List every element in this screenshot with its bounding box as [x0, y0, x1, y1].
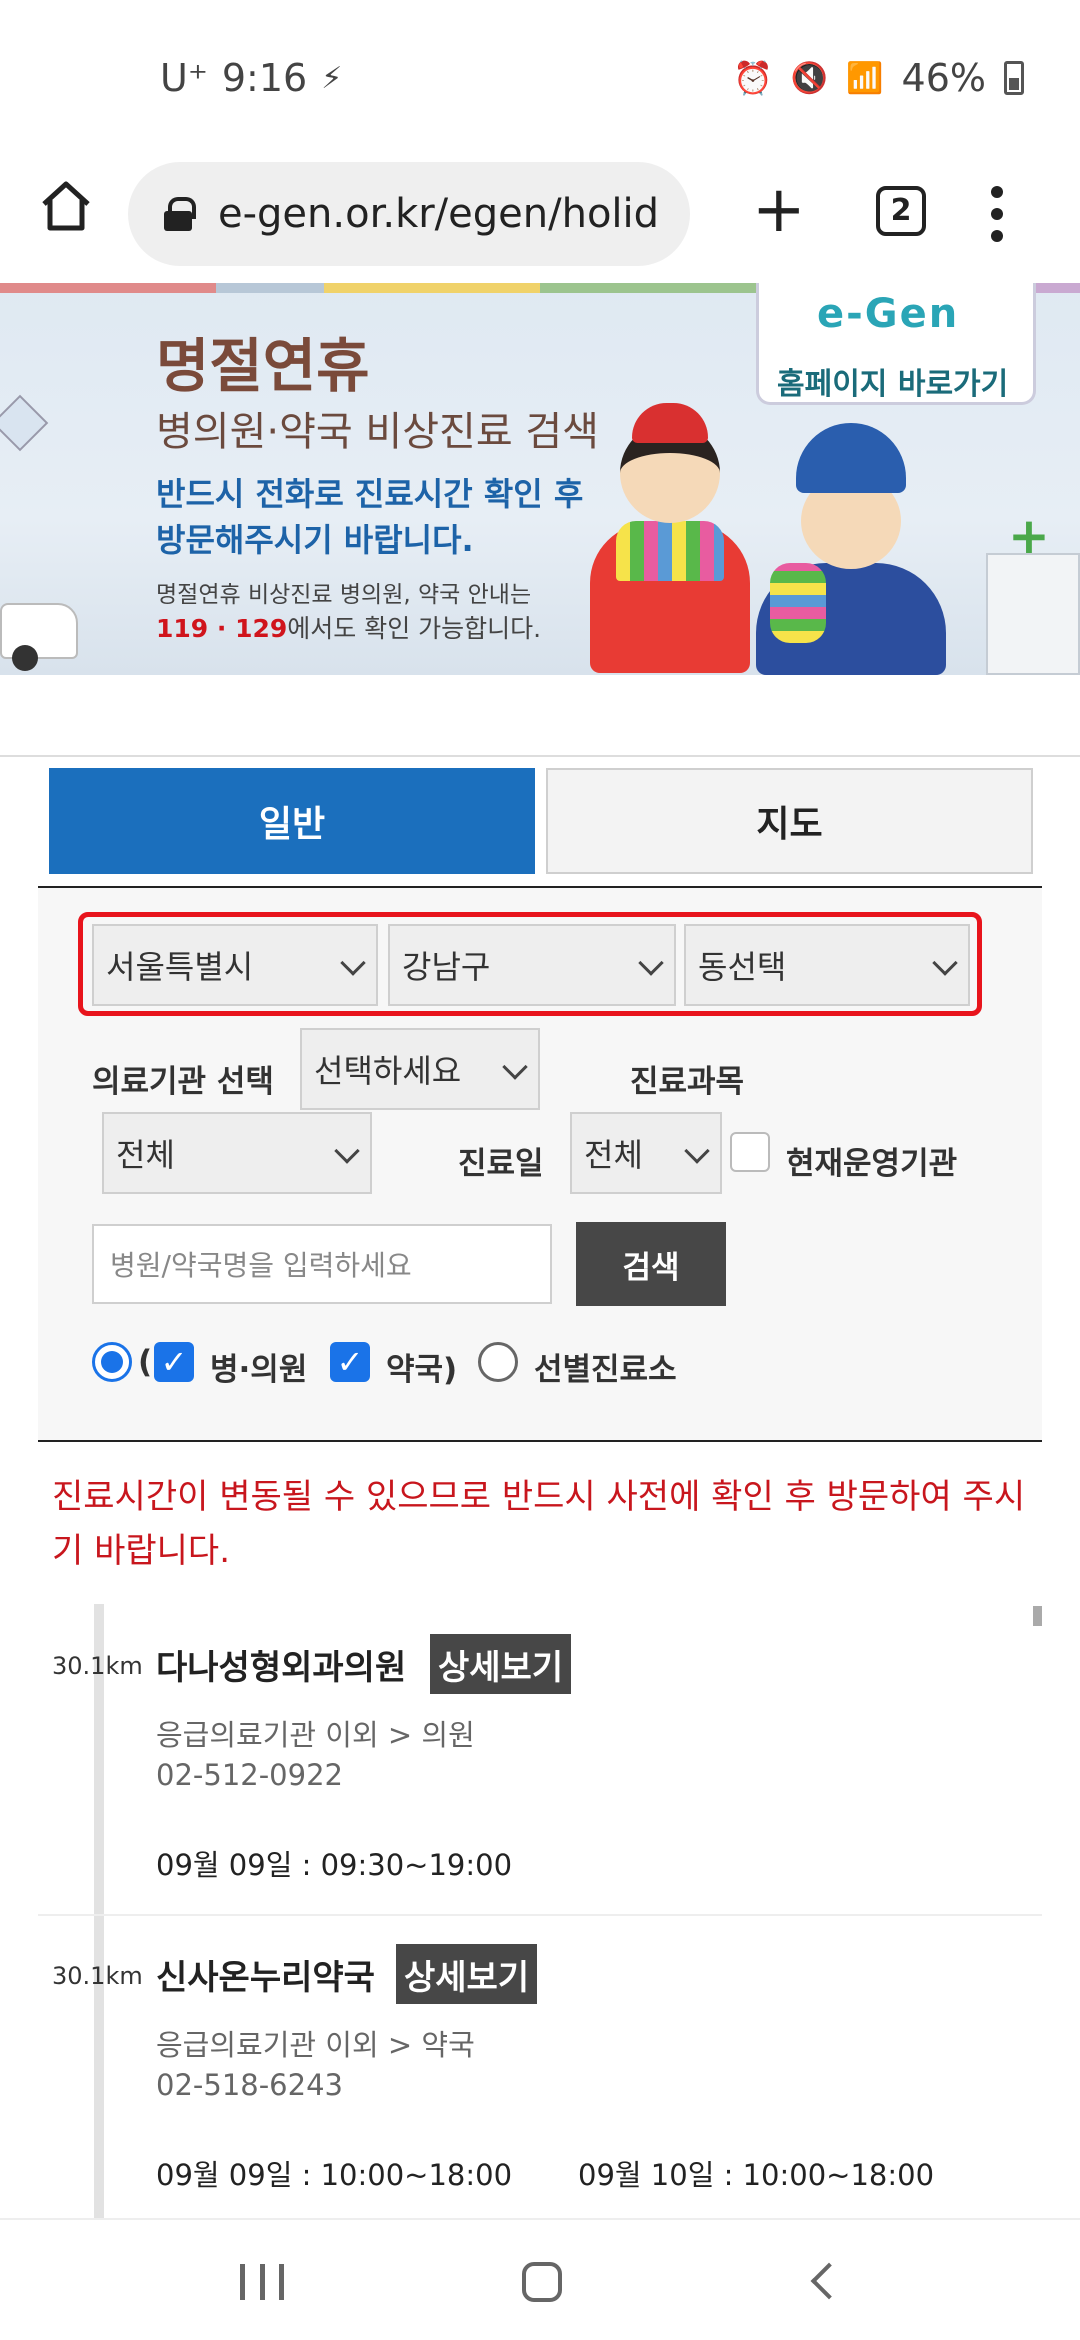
radio-screening-center[interactable] — [478, 1342, 518, 1382]
tab-switcher-button[interactable]: 2 — [876, 186, 926, 236]
detail-button[interactable]: 상세보기 — [430, 1634, 572, 1694]
dong-select[interactable]: 동선택 — [684, 924, 970, 1006]
chevron-down-icon — [638, 950, 664, 976]
wifi-icon: 📶 — [846, 60, 884, 96]
banner-info-suffix: 에서도 확인 가능합니다. — [287, 614, 542, 643]
banner-info-line1: 명절연휴 비상진료 병의원, 약국 안내는 — [156, 582, 532, 608]
chevron-down-icon — [932, 950, 958, 976]
tab-map[interactable]: 지도 — [546, 768, 1033, 874]
institution-select[interactable]: 선택하세요 — [300, 1028, 540, 1110]
scrollbar[interactable] — [1033, 1606, 1042, 1626]
banner-notice-line1: 반드시 전화로 진료시간 확인 후 — [156, 475, 584, 513]
operating-now-label: 현재운영기관 — [786, 1146, 958, 1182]
distance: 30.1km — [52, 1962, 143, 1990]
back-icon[interactable] — [810, 2262, 848, 2300]
address-bar[interactable]: e-gen.or.kr/egen/holid — [128, 162, 690, 266]
browser-menu-icon[interactable] — [990, 186, 1004, 242]
egen-logo: e-Gen — [817, 291, 960, 337]
facility-name: 신사온누리약국 — [156, 1958, 375, 1998]
holiday-banner: 명절연휴 병의원·약국 비상진료 검색 반드시 전화로 진료시간 확인 후 방문… — [0, 283, 1080, 675]
opening-hours: 09월 09일 : 09:30~19:00 — [156, 1848, 513, 1882]
section-divider — [0, 755, 1080, 757]
facility-name: 다나성형외과의원 — [156, 1648, 407, 1688]
home-icon[interactable] — [36, 176, 96, 236]
pharmacy-checkbox[interactable]: ✓ — [330, 1342, 370, 1382]
volte-icon: ⚡ — [321, 60, 343, 96]
homepage-link-label: 홈페이지 바로가기 — [777, 367, 1009, 402]
facility-category: 응급의료기관 이외 > 약국 — [156, 2028, 475, 2062]
egen-homepage-link[interactable]: e-Gen 홈페이지 바로가기 — [756, 283, 1036, 405]
name-search-input[interactable]: 병원/약국명을 입력하세요 — [92, 1224, 552, 1304]
system-nav-bar — [0, 2218, 1080, 2340]
lock-icon — [164, 197, 196, 231]
pharmacy-option-label: 약국) — [386, 1352, 458, 1388]
browser-toolbar: e-gen.or.kr/egen/holid + 2 — [0, 150, 1080, 280]
chevron-down-icon — [334, 1138, 360, 1164]
mute-icon: 🔇 — [790, 60, 829, 96]
list-divider — [38, 1914, 1042, 1916]
chevron-down-icon — [340, 950, 366, 976]
chevron-down-icon — [502, 1054, 528, 1080]
district-select-value: 강남구 — [402, 948, 491, 986]
radio-clinic-pharmacy[interactable] — [92, 1342, 132, 1382]
department-select[interactable]: 전체 — [102, 1112, 372, 1194]
date-label: 진료일 — [458, 1146, 544, 1182]
department-label: 진료과목 — [630, 1064, 745, 1100]
status-left: U⁺ 9:16 ⚡ — [160, 56, 342, 100]
results-list: 30.1km 다나성형외과의원 상세보기 응급의료기관 이외 > 의원 02-5… — [38, 1604, 1042, 2218]
facility-category: 응급의료기관 이외 > 의원 — [156, 1718, 475, 1752]
results-timeline — [94, 1604, 104, 2218]
clinic-option-label: 병·의원 — [210, 1352, 308, 1388]
chevron-down-icon — [684, 1138, 710, 1164]
date-select-value: 전체 — [584, 1136, 643, 1174]
opening-hours: 09월 09일 : 10:00~18:00 — [156, 2158, 513, 2192]
carrier-label: U⁺ — [160, 56, 208, 100]
facility-phone[interactable]: 02-512-0922 — [156, 1758, 343, 1792]
distance: 30.1km — [52, 1652, 143, 1680]
alarm-icon: ⏰ — [732, 59, 773, 97]
ambulance-illustration — [0, 603, 78, 671]
hospital-building-illustration — [986, 507, 1080, 675]
status-right: ⏰ 🔇 📶 46% — [733, 56, 1024, 100]
facility-phone[interactable]: 02-518-6243 — [156, 2068, 343, 2102]
girl-hanbok-illustration — [590, 403, 750, 673]
dong-select-value: 동선택 — [698, 948, 787, 986]
url-text: e-gen.or.kr/egen/holid — [218, 191, 660, 237]
department-select-value: 전체 — [116, 1136, 175, 1174]
detail-button[interactable]: 상세보기 — [396, 1944, 538, 2004]
district-select[interactable]: 강남구 — [388, 924, 676, 1006]
hotline-numbers: 119 · 129 — [156, 614, 288, 643]
battery-percent: 46% — [901, 56, 986, 100]
battery-icon — [1004, 61, 1024, 95]
paren-open: ( — [138, 1344, 153, 1380]
new-tab-icon[interactable]: + — [752, 178, 806, 242]
institution-label: 의료기관 선택 — [92, 1064, 274, 1100]
search-button[interactable]: 검색 — [576, 1222, 726, 1306]
clock: 9:16 — [221, 56, 308, 100]
date-select[interactable]: 전체 — [570, 1112, 722, 1194]
kite-illustration — [0, 394, 49, 452]
recents-icon[interactable] — [240, 2264, 284, 2300]
banner-title: 명절연휴 — [156, 332, 370, 400]
city-select[interactable]: 서울특별시 — [92, 924, 378, 1006]
tab-general[interactable]: 일반 — [49, 768, 535, 874]
visit-notice: 진료시간이 변동될 수 있으므로 반드시 사전에 확인 후 방문하여 주시기 바… — [52, 1477, 1026, 1571]
banner-subtitle: 병의원·약국 비상진료 검색 — [156, 409, 599, 455]
status-bar: U⁺ 9:16 ⚡ ⏰ 🔇 📶 46% — [0, 0, 1080, 150]
screening-option-label: 선별진료소 — [534, 1352, 677, 1388]
institution-select-value: 선택하세요 — [314, 1052, 462, 1090]
home-nav-icon[interactable] — [522, 2262, 562, 2302]
operating-now-checkbox[interactable] — [730, 1132, 770, 1172]
search-panel: 서울특별시 강남구 동선택 의료기관 선택 선택하세요 진료과목 전체 진료일 … — [38, 886, 1042, 1442]
banner-notice-line2: 방문해주시기 바랍니다. — [156, 521, 474, 559]
clinic-checkbox[interactable]: ✓ — [154, 1342, 194, 1382]
opening-hours: 09월 10일 : 10:00~18:00 — [578, 2158, 935, 2192]
boy-hanbok-illustration — [756, 423, 946, 675]
city-select-value: 서울특별시 — [106, 948, 254, 986]
banner-info-line2: 119 · 129에서도 확인 가능합니다. — [156, 609, 541, 645]
